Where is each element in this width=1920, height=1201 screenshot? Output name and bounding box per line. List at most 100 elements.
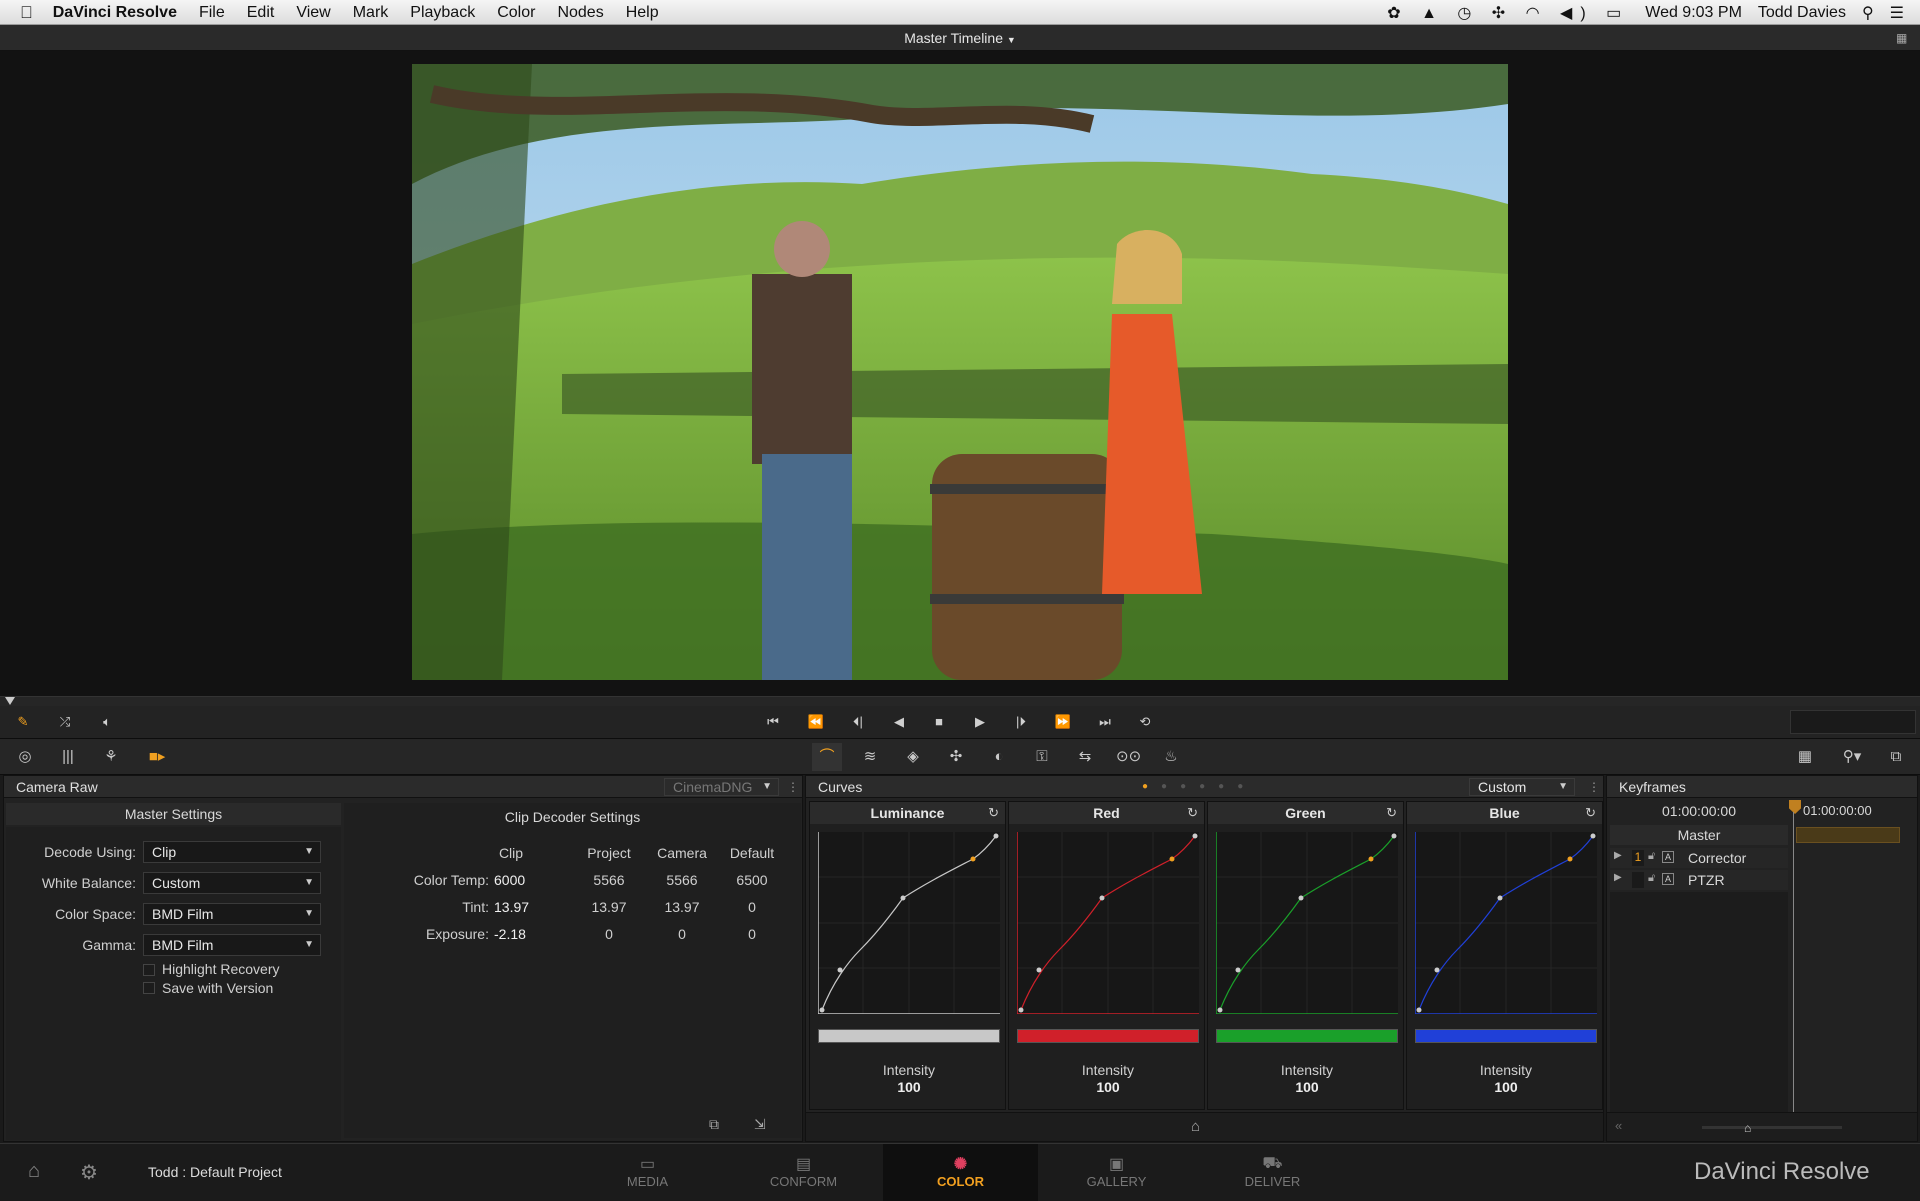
auto-keyframe-icon[interactable]: A <box>1662 851 1674 863</box>
stereo-3d-icon[interactable]: ⊙⊙ <box>1116 747 1141 767</box>
home-icon[interactable]: ⌂ <box>28 1160 40 1183</box>
rgb-mixer-icon[interactable]: ⚘ <box>99 747 123 767</box>
next-frame-icon[interactable]: |⏵ <box>1008 712 1034 732</box>
timeline-selector[interactable]: Master Timeline ▼ <box>890 30 1030 48</box>
curve-plot[interactable] <box>1215 832 1398 1015</box>
stop-icon[interactable]: ■ <box>926 712 952 732</box>
home-reset-icon[interactable]: ⌂ <box>1191 1118 1200 1135</box>
rewind-icon[interactable]: ⏪ <box>803 712 829 732</box>
gear-icon[interactable]: ⚙ <box>80 1160 98 1185</box>
reset-icon[interactable]: ↻ <box>1585 805 1596 821</box>
curve-graph[interactable] <box>817 832 1000 1015</box>
expand-arrow-icon[interactable]: ▶ <box>1614 872 1622 883</box>
reset-icon[interactable]: ↻ <box>988 805 999 821</box>
reset-icon[interactable]: ↻ <box>1386 805 1397 821</box>
eyedropper-icon[interactable]: ✎ <box>10 712 36 732</box>
apply-settings-icon[interactable]: ⇲ <box>754 1116 766 1133</box>
intensity-value[interactable]: 100 <box>1009 1079 1207 1095</box>
qualifier-icon[interactable]: ≋ <box>858 747 882 767</box>
menu-view[interactable]: View <box>296 0 330 25</box>
lock-icon[interactable]: 🔓︎ <box>1648 872 1655 885</box>
speaker-icon[interactable]: 🔈︎ <box>94 712 120 732</box>
zoom-menu-icon[interactable]: ⚲▾ <box>1837 747 1867 767</box>
page-dots[interactable]: ●●●●●● <box>1142 781 1256 792</box>
playhead[interactable] <box>5 697 15 705</box>
exposure-clip[interactable]: -2.18 <box>494 926 544 942</box>
intensity-value[interactable]: 100 <box>1208 1079 1406 1095</box>
menu-nodes[interactable]: Nodes <box>557 0 603 25</box>
reset-icon[interactable]: ↻ <box>1187 805 1198 821</box>
zoom-slider-handle[interactable]: ⌂ <box>1744 1121 1751 1135</box>
menu-mark[interactable]: Mark <box>353 0 389 25</box>
noise-reduction-icon[interactable]: ♨ <box>1159 747 1183 767</box>
curves-icon[interactable]: ⌒ <box>812 743 842 771</box>
power-window-icon[interactable]: ◈ <box>901 747 925 767</box>
highlight-recovery-checkbox[interactable] <box>143 964 155 976</box>
scrubber-bar[interactable] <box>0 696 1920 706</box>
curve-plot[interactable] <box>1016 832 1199 1015</box>
intensity-value[interactable]: 100 <box>1407 1079 1605 1095</box>
track-row-corrector[interactable]: ▶ 1 🔓︎ A Corrector <box>1610 848 1788 868</box>
save-with-version-checkbox[interactable] <box>143 982 155 994</box>
zoom-slider-track[interactable] <box>1702 1126 1842 1129</box>
curves-mode-select[interactable]: Custom ▼ <box>1469 778 1575 796</box>
auto-keyframe-icon[interactable]: A <box>1662 873 1674 885</box>
color-temp-clip[interactable]: 6000 <box>494 872 544 888</box>
sizing-icon[interactable]: ⇆ <box>1073 747 1097 767</box>
viewer-layout-icon[interactable]: ▦ <box>1896 31 1912 45</box>
tint-clip[interactable]: 13.97 <box>494 899 544 915</box>
keyframe-playhead[interactable] <box>1789 800 1801 814</box>
page-gallery[interactable]: ▣ GALLERY <box>1039 1144 1194 1201</box>
expand-arrow-icon[interactable]: ▶ <box>1614 850 1622 861</box>
copy-settings-icon[interactable]: ⧉ <box>709 1116 719 1133</box>
shuffle-icon[interactable]: ⤮ <box>52 712 78 732</box>
intensity-slider[interactable] <box>818 1029 1000 1043</box>
user-name[interactable]: Todd Davies <box>1758 4 1846 22</box>
status-icons[interactable]: ✿ ▲ ◷ ✣ ◠ ◀) ▭ <box>1387 3 1629 23</box>
reverse-play-icon[interactable]: ◀ <box>886 712 912 732</box>
intensity-value[interactable]: 100 <box>810 1079 1008 1095</box>
color-space-select[interactable]: BMD Film ▼ <box>143 903 321 925</box>
curve-graph[interactable] <box>1414 832 1597 1015</box>
primaries-bars-icon[interactable]: ||| <box>56 747 80 767</box>
page-conform[interactable]: ▤ CONFORM <box>726 1144 881 1201</box>
tracker-icon[interactable]: ✣ <box>944 747 968 767</box>
gamma-select[interactable]: BMD Film ▼ <box>143 934 321 956</box>
intensity-slider[interactable] <box>1415 1029 1597 1043</box>
app-menu[interactable]: DaVinci Resolve <box>53 0 177 25</box>
camera-raw-icon[interactable]: ■▸ <box>142 747 172 767</box>
collapse-icon[interactable]: « <box>1615 1118 1622 1133</box>
intensity-slider[interactable] <box>1216 1029 1398 1043</box>
go-to-start-icon[interactable]: ⏮ <box>760 712 786 732</box>
layout-grid-icon[interactable]: ▦ <box>1793 747 1817 767</box>
intensity-slider[interactable] <box>1017 1029 1199 1043</box>
lock-icon[interactable]: 🔓︎ <box>1648 850 1655 863</box>
track-row-ptzr[interactable]: ▶ 🔓︎ A PTZR <box>1610 870 1788 890</box>
loop-icon[interactable]: ⟲ <box>1132 712 1158 732</box>
page-color[interactable]: ✺ COLOR <box>883 1144 1038 1201</box>
key-icon[interactable]: ⚿ <box>1030 747 1054 767</box>
blur-icon[interactable]: ◐ <box>987 747 1011 767</box>
menu-file[interactable]: File <box>199 0 225 25</box>
color-wheels-icon[interactable]: ◎ <box>13 747 37 767</box>
spotlight-search-icon[interactable]: ⚲ <box>1862 3 1874 23</box>
curve-plot[interactable] <box>817 832 1000 1015</box>
master-track[interactable]: Master <box>1610 825 1788 845</box>
apple-icon[interactable]:  <box>20 0 33 25</box>
menu-help[interactable]: Help <box>626 0 659 25</box>
page-deliver[interactable]: ⛟ DELIVER <box>1195 1144 1350 1201</box>
master-keyframe-bar[interactable] <box>1796 827 1900 843</box>
fast-forward-icon[interactable]: ⏩ <box>1050 712 1076 732</box>
play-icon[interactable]: ▶ <box>967 712 993 732</box>
go-to-end-icon[interactable]: ⏭ <box>1092 712 1118 732</box>
menu-color[interactable]: Color <box>497 0 535 25</box>
decode-using-select[interactable]: Clip ▼ <box>143 841 321 863</box>
menu-playback[interactable]: Playback <box>410 0 475 25</box>
clock[interactable]: Wed 9:03 PM <box>1645 4 1742 22</box>
curve-plot[interactable] <box>1414 832 1597 1015</box>
previous-frame-icon[interactable]: ⏴| <box>845 712 871 732</box>
page-media[interactable]: ▭ MEDIA <box>570 1144 725 1201</box>
scopes-icon[interactable]: ⧉ <box>1884 747 1908 767</box>
panel-menu-icon[interactable]: ⋮ <box>787 780 799 794</box>
curve-graph[interactable] <box>1016 832 1199 1015</box>
